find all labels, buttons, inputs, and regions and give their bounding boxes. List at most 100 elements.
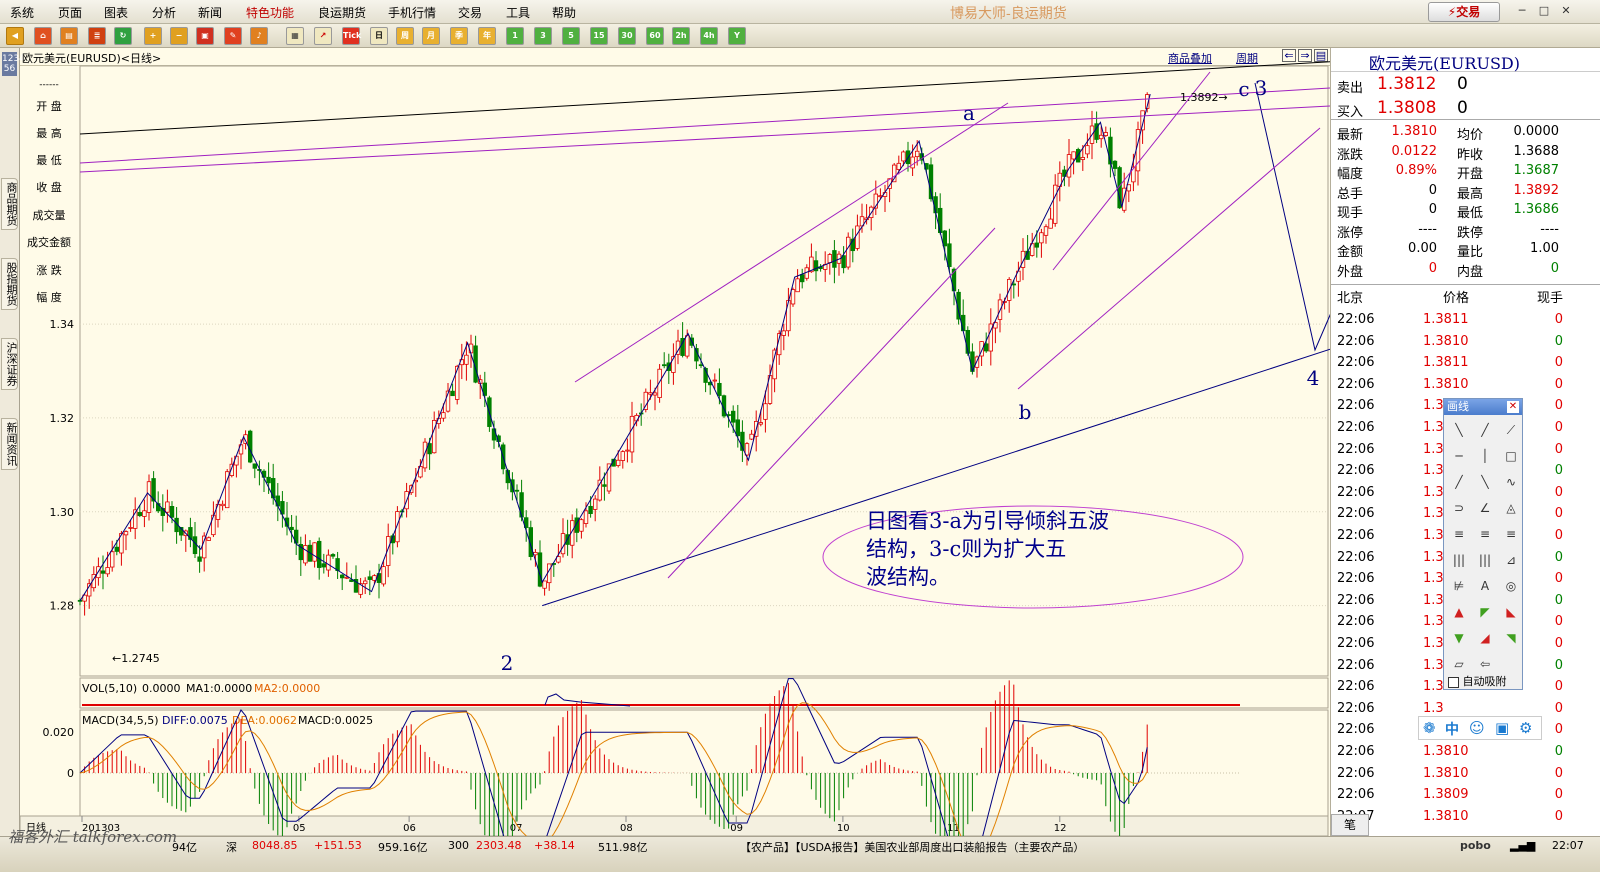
auto-snap-label: 自动吸附 [1462,675,1507,688]
minimize-icon[interactable]: ─ [1514,3,1530,19]
draw-tool-icon[interactable]: ∿ [1502,473,1520,491]
tick-t: 22:06 [1337,312,1375,327]
candle-body [749,433,754,440]
quote-l2-4: 最低 [1457,206,1484,221]
candle-body [855,225,860,249]
draw-tool-icon[interactable]: ╲ [1476,473,1494,491]
draw-tool-icon[interactable]: ▼ [1450,629,1468,647]
quote-l1-2: 幅度 [1337,167,1364,182]
news-ticker[interactable]: 【农产品】【USDA报告】美国农业部周度出口装船报告（主要农产品） [740,839,1084,855]
tick-p: 1.3810 [1423,376,1469,392]
tick-p: 1.3 [1423,549,1444,565]
tick-header-qty: 现手 [1537,291,1564,306]
macd-y-tick: 0.020 [43,726,75,739]
draw-tool-icon[interactable]: ◥ [1502,629,1520,647]
candle-body [303,545,308,564]
draw-tool-icon[interactable]: ⇦ [1476,655,1494,673]
quote-v2-5: ---- [1540,221,1559,237]
draw-tool-icon[interactable]: ◤ [1476,603,1494,621]
draw-tool-icon[interactable]: ⊃ [1450,499,1468,517]
candle-body [915,150,920,158]
candle-body [781,330,786,336]
sell-price: 1.3812 [1377,74,1437,94]
draw-tool-icon[interactable]: ||| [1476,551,1494,569]
paw-icon[interactable]: ❁ [1423,719,1436,737]
tick-p: 1.3810 [1423,765,1469,781]
draw-tool-icon[interactable]: ◎ [1502,577,1520,595]
y-tick-label: 1.32 [50,412,75,425]
tick-t: 22:06 [1337,420,1375,435]
draw-tool-icon[interactable]: ⊭ [1450,577,1468,595]
draw-tool-icon[interactable]: ≡ [1450,525,1468,543]
draw-tool-icon[interactable]: ◬ [1502,499,1520,517]
draw-tool-icon[interactable]: A [1476,577,1494,595]
tick-row: 22:06 1.3810 0 [1331,764,1600,785]
settings-icon[interactable]: ⚙ [1519,719,1532,737]
candle-body [123,531,129,536]
draw-tool-icon[interactable]: ▲ [1450,603,1468,621]
status-300-value: 2303.48 [476,839,522,852]
tick-v: 0 [1554,398,1563,414]
trade-button[interactable]: ⚡交易 [1428,2,1500,22]
price-chart[interactable]: 1.341.321.301.28201303 05 06 07 08 09 10 11 12日线… [0,0,1330,836]
auto-snap-checkbox[interactable] [1448,676,1459,688]
candle-body [100,570,106,574]
quote-v1-0: 1.3810 [1391,124,1438,139]
draw-tool-icon[interactable]: ▱ [1450,655,1468,673]
candle-body [735,419,740,437]
draw-tool-icon[interactable]: ◣ [1502,603,1520,621]
candle-body [620,451,625,461]
image-icon[interactable]: ▣ [1495,719,1509,737]
input-mode-button[interactable]: 中 [1445,719,1459,739]
candle-body [1048,218,1053,229]
status-300-label: 300 [448,839,469,852]
quote-title: 欧元美元(EURUSD) [1369,54,1520,73]
draw-tool-icon[interactable]: ∠ [1476,499,1494,517]
draw-tool-icon[interactable]: ||| [1450,551,1468,569]
draw-tool-icon[interactable]: ╱ [1476,421,1494,439]
tick-p: 1.3 [1423,528,1444,543]
tick-tab[interactable]: 笔 [1331,814,1369,836]
tick-t: 22:06 [1337,744,1375,759]
candle-body [901,151,906,162]
draw-tool-icon[interactable]: ╱ [1450,473,1468,491]
tick-v: 0 [1554,484,1563,500]
tick-p: 1.3 [1423,679,1444,695]
macd-value: MACD:0.0025 [298,714,373,727]
draw-tool-icon[interactable]: ─ [1450,447,1468,465]
tick-v: 0 [1554,744,1563,759]
draw-tool-icon[interactable]: ╲ [1450,421,1468,439]
candle-body [758,422,763,425]
candle-body [514,489,520,492]
draw-tool-icon[interactable]: ◢ [1476,629,1494,647]
candle-body [629,415,635,453]
close-icon[interactable]: ✕ [1507,401,1519,413]
status-300-amount: 511.98亿 [598,841,648,854]
draw-tool-icon[interactable]: ⟋ [1502,421,1520,439]
candle-body [827,254,832,264]
watermark: 福客外汇 talkforex.com [8,828,178,846]
candle-body [1085,145,1090,155]
annotation-note-line: 波结构。 [866,565,950,589]
smile-icon[interactable]: ☺ [1469,719,1485,737]
candle-body [685,335,690,357]
close-icon[interactable]: ✕ [1558,3,1574,19]
tick-v: 0 [1554,592,1563,608]
candle-body [165,501,170,513]
candle-body [1071,151,1076,160]
candle-body [367,576,372,580]
tick-row: 22:06 1.3810 0 [1331,332,1600,353]
draw-tool-icon[interactable]: ≡ [1476,525,1494,543]
candle-body [717,382,722,396]
draw-tool-icon[interactable]: □ [1502,447,1520,465]
maximize-icon[interactable]: □ [1536,3,1552,19]
tick-t: 22:06 [1337,441,1375,457]
tick-row: 22:071.38100 [1331,807,1600,828]
wave-label: a [963,101,975,125]
draw-tool-icon[interactable]: ⊿ [1502,551,1520,569]
draw-tool-icon[interactable]: │ [1476,447,1494,465]
quote-l1-6: 金额 [1337,245,1364,260]
status-sz-change: +151.53 [314,839,362,852]
draw-tool-icon[interactable]: ≡ [1502,525,1520,543]
x-tick-label: 08 [620,823,633,834]
